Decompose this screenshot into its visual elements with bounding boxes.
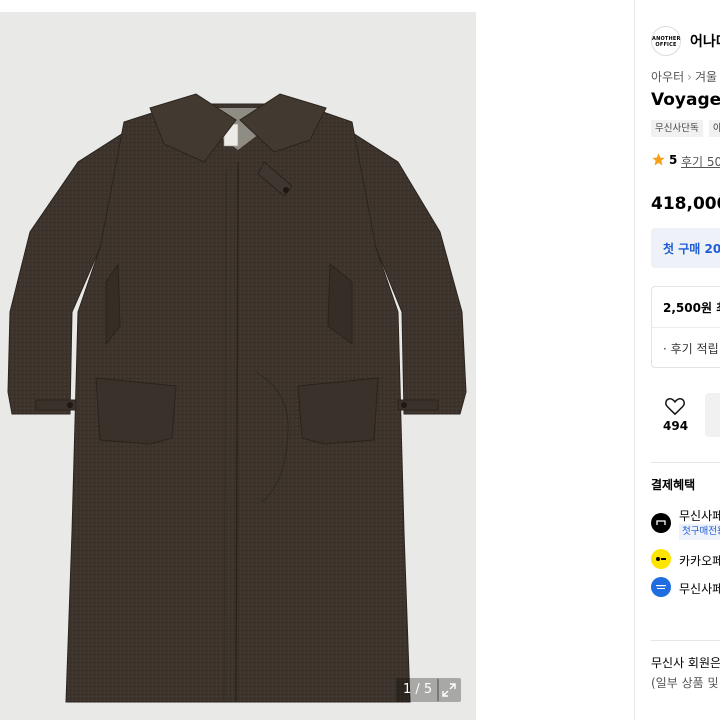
kakao-pay-icon bbox=[651, 549, 671, 569]
page-background bbox=[476, 0, 634, 720]
brand-name[interactable]: 어나더오피스 bbox=[690, 31, 720, 51]
review-link[interactable]: 후기 50 bbox=[681, 153, 720, 170]
payment-item-musinsa-pay: 무신사페이 bbox=[679, 509, 720, 523]
breadcrumb-item-outer[interactable]: 아우터 bbox=[651, 70, 684, 84]
like-count: 494 bbox=[663, 419, 689, 433]
payment-benefit-title: 결제혜택 bbox=[651, 478, 696, 492]
purchase-button[interactable] bbox=[705, 393, 720, 437]
point-benefit-title: 2,500원 최대적립 bbox=[663, 301, 720, 315]
divider bbox=[651, 327, 720, 328]
chevron-right-icon: › bbox=[687, 70, 692, 84]
payment-item-kakao-pay: 카카오페이 bbox=[679, 554, 720, 568]
brand-logo[interactable]: ANOTHER OFFICE bbox=[651, 26, 681, 56]
product-price: 418,000원 bbox=[651, 194, 720, 214]
heart-icon[interactable] bbox=[664, 396, 686, 416]
expand-icon bbox=[442, 683, 456, 697]
payment-item-samsung: 무신사페이 bbox=[679, 582, 720, 596]
breadcrumb-item-category[interactable]: 겨울 싱글 코트 bbox=[695, 70, 720, 84]
star-icon bbox=[652, 153, 665, 166]
musinsa-pay-icon bbox=[651, 513, 671, 533]
point-benefit-item: · 후기 적립 bbox=[663, 342, 719, 356]
product-info-panel: ANOTHER OFFICE 어나더오피스 아우터›겨울 싱글 코트 Voyag… bbox=[634, 0, 720, 720]
payment-chip: 첫구매전용 bbox=[679, 524, 720, 540]
member-benefit-note: (일부 상품 및 bbox=[651, 676, 719, 690]
coupon-text: 첫 구매 20% bbox=[663, 242, 720, 256]
brand-logo-text: ANOTHER OFFICE bbox=[652, 36, 681, 48]
tag-exclusive: 무신사단독 bbox=[651, 120, 703, 137]
tag-secondary: 아 bbox=[709, 120, 720, 137]
image-pager: 1 / 5 bbox=[396, 678, 440, 702]
product-title: Voyager bbox=[651, 90, 720, 110]
coat-image bbox=[7, 93, 467, 703]
divider bbox=[651, 462, 720, 463]
member-benefit-text: 무신사 회원은 bbox=[651, 656, 720, 670]
samsung-card-icon bbox=[651, 577, 671, 597]
breadcrumb: 아우터›겨울 싱글 코트 bbox=[651, 68, 720, 85]
divider bbox=[651, 640, 720, 641]
expand-button[interactable] bbox=[437, 678, 461, 702]
rating-score: 5 bbox=[669, 153, 678, 167]
product-image-gallery[interactable]: 1 / 5 bbox=[0, 12, 476, 720]
